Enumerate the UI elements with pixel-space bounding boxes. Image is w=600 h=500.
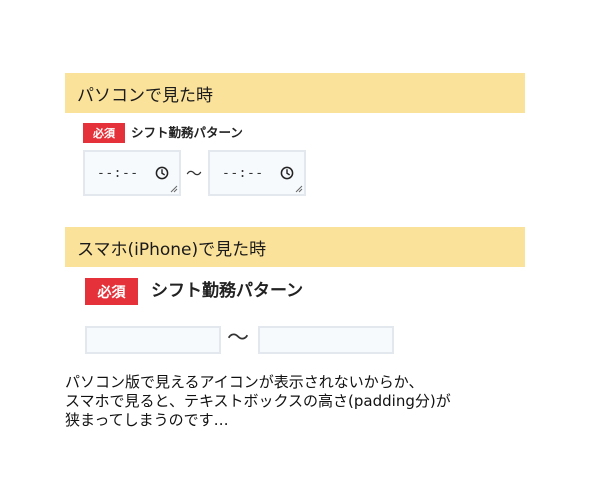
section-header-sp: スマホ(iPhone)で見た時 [65, 227, 525, 267]
section-header-pc-text: パソコンで見た時 [77, 85, 213, 106]
required-badge-pc: 必須 [83, 123, 125, 143]
start-time-input-pc[interactable]: --:-- [83, 150, 181, 196]
note-line: スマホで見ると、テキストボックスの高さ(padding分)が [65, 392, 451, 410]
range-separator-pc: ～ [186, 164, 203, 183]
note-line: 狭まってしまうのです… [65, 411, 229, 429]
clock-icon[interactable] [280, 166, 294, 180]
note-line: パソコン版で見えるアイコンが表示されないからか、 [65, 373, 424, 391]
field-label-sp: シフト勤務パターン [151, 281, 304, 301]
start-time-input-sp[interactable] [85, 326, 221, 354]
resize-grip-icon[interactable] [170, 185, 178, 193]
end-time-value: --:-- [222, 165, 264, 181]
section-header-pc: パソコンで見た時 [65, 73, 525, 113]
section-header-sp-text: スマホ(iPhone)で見た時 [77, 239, 267, 260]
end-time-input-sp[interactable] [258, 326, 394, 354]
start-time-value: --:-- [97, 165, 139, 181]
required-badge-sp: 必須 [85, 278, 138, 305]
explanation-note: パソコン版で見えるアイコンが表示されないからか、 スマホで見ると、テキストボック… [65, 373, 585, 430]
clock-icon[interactable] [155, 166, 169, 180]
resize-grip-icon[interactable] [295, 185, 303, 193]
field-label-pc: シフト勤務パターン [131, 125, 243, 140]
range-separator-sp: ～ [227, 326, 250, 351]
end-time-input-pc[interactable]: --:-- [208, 150, 306, 196]
